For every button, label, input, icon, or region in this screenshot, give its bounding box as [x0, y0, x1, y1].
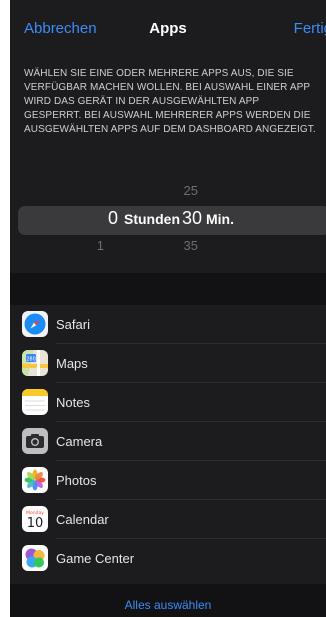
app-row-notes[interactable]: Notes	[10, 383, 326, 422]
navigation-bar: Abbrechen Apps Fertig	[10, 0, 326, 58]
description-text: WÄHLEN SIE EINE ODER MEHRERE APPS AUS, D…	[24, 68, 316, 135]
duration-picker[interactable]: 25 0 Stunden 30 Min. 1 35	[10, 166, 326, 273]
app-label: Safari	[56, 317, 90, 332]
section-gap	[10, 273, 326, 305]
app-row-game-center[interactable]: Game Center	[10, 539, 326, 578]
calendar-icon-date: 10	[27, 516, 44, 531]
svg-text:280: 280	[26, 357, 36, 363]
app-row-photos[interactable]: Photos	[10, 461, 326, 500]
page-title: Apps	[149, 20, 187, 37]
picker-minutes-selected[interactable]: 30	[176, 208, 202, 229]
picker-minutes-unit: Min.	[206, 211, 234, 227]
maps-icon: 280	[22, 350, 48, 376]
app-list: Safari 280 Maps Notes Camera Photos Mond…	[10, 305, 326, 578]
picker-hours-selected[interactable]: 0	[88, 208, 118, 229]
select-all-button[interactable]: Alles auswählen	[10, 598, 326, 612]
done-button[interactable]: Fertig	[294, 20, 326, 37]
app-label: Camera	[56, 434, 103, 449]
picker-hours-below[interactable]: 1	[88, 238, 104, 253]
app-row-camera[interactable]: Camera	[10, 422, 326, 461]
photos-icon	[22, 467, 48, 493]
bottom-bar: Alles auswählen	[10, 584, 326, 617]
notes-icon	[22, 389, 48, 415]
app-row-calendar[interactable]: Monday 10 Calendar	[10, 500, 326, 539]
picker-minutes-below[interactable]: 35	[176, 238, 198, 253]
app-row-safari[interactable]: Safari	[10, 305, 326, 344]
game-center-icon	[22, 545, 48, 571]
app-label: Calendar	[56, 512, 109, 527]
picker-minutes-above[interactable]: 25	[176, 183, 198, 198]
app-label: Maps	[56, 356, 88, 371]
app-label: Game Center	[56, 551, 135, 566]
app-row-maps[interactable]: 280 Maps	[10, 344, 326, 383]
camera-icon	[22, 428, 48, 454]
app-picker-screen: Abbrechen Apps Fertig WÄHLEN SIE EINE OD…	[10, 0, 326, 617]
picker-hours-unit: Stunden	[124, 211, 180, 227]
app-label: Notes	[56, 395, 90, 410]
calendar-icon: Monday 10	[22, 506, 48, 532]
app-label: Photos	[56, 473, 97, 488]
safari-icon	[22, 311, 48, 337]
